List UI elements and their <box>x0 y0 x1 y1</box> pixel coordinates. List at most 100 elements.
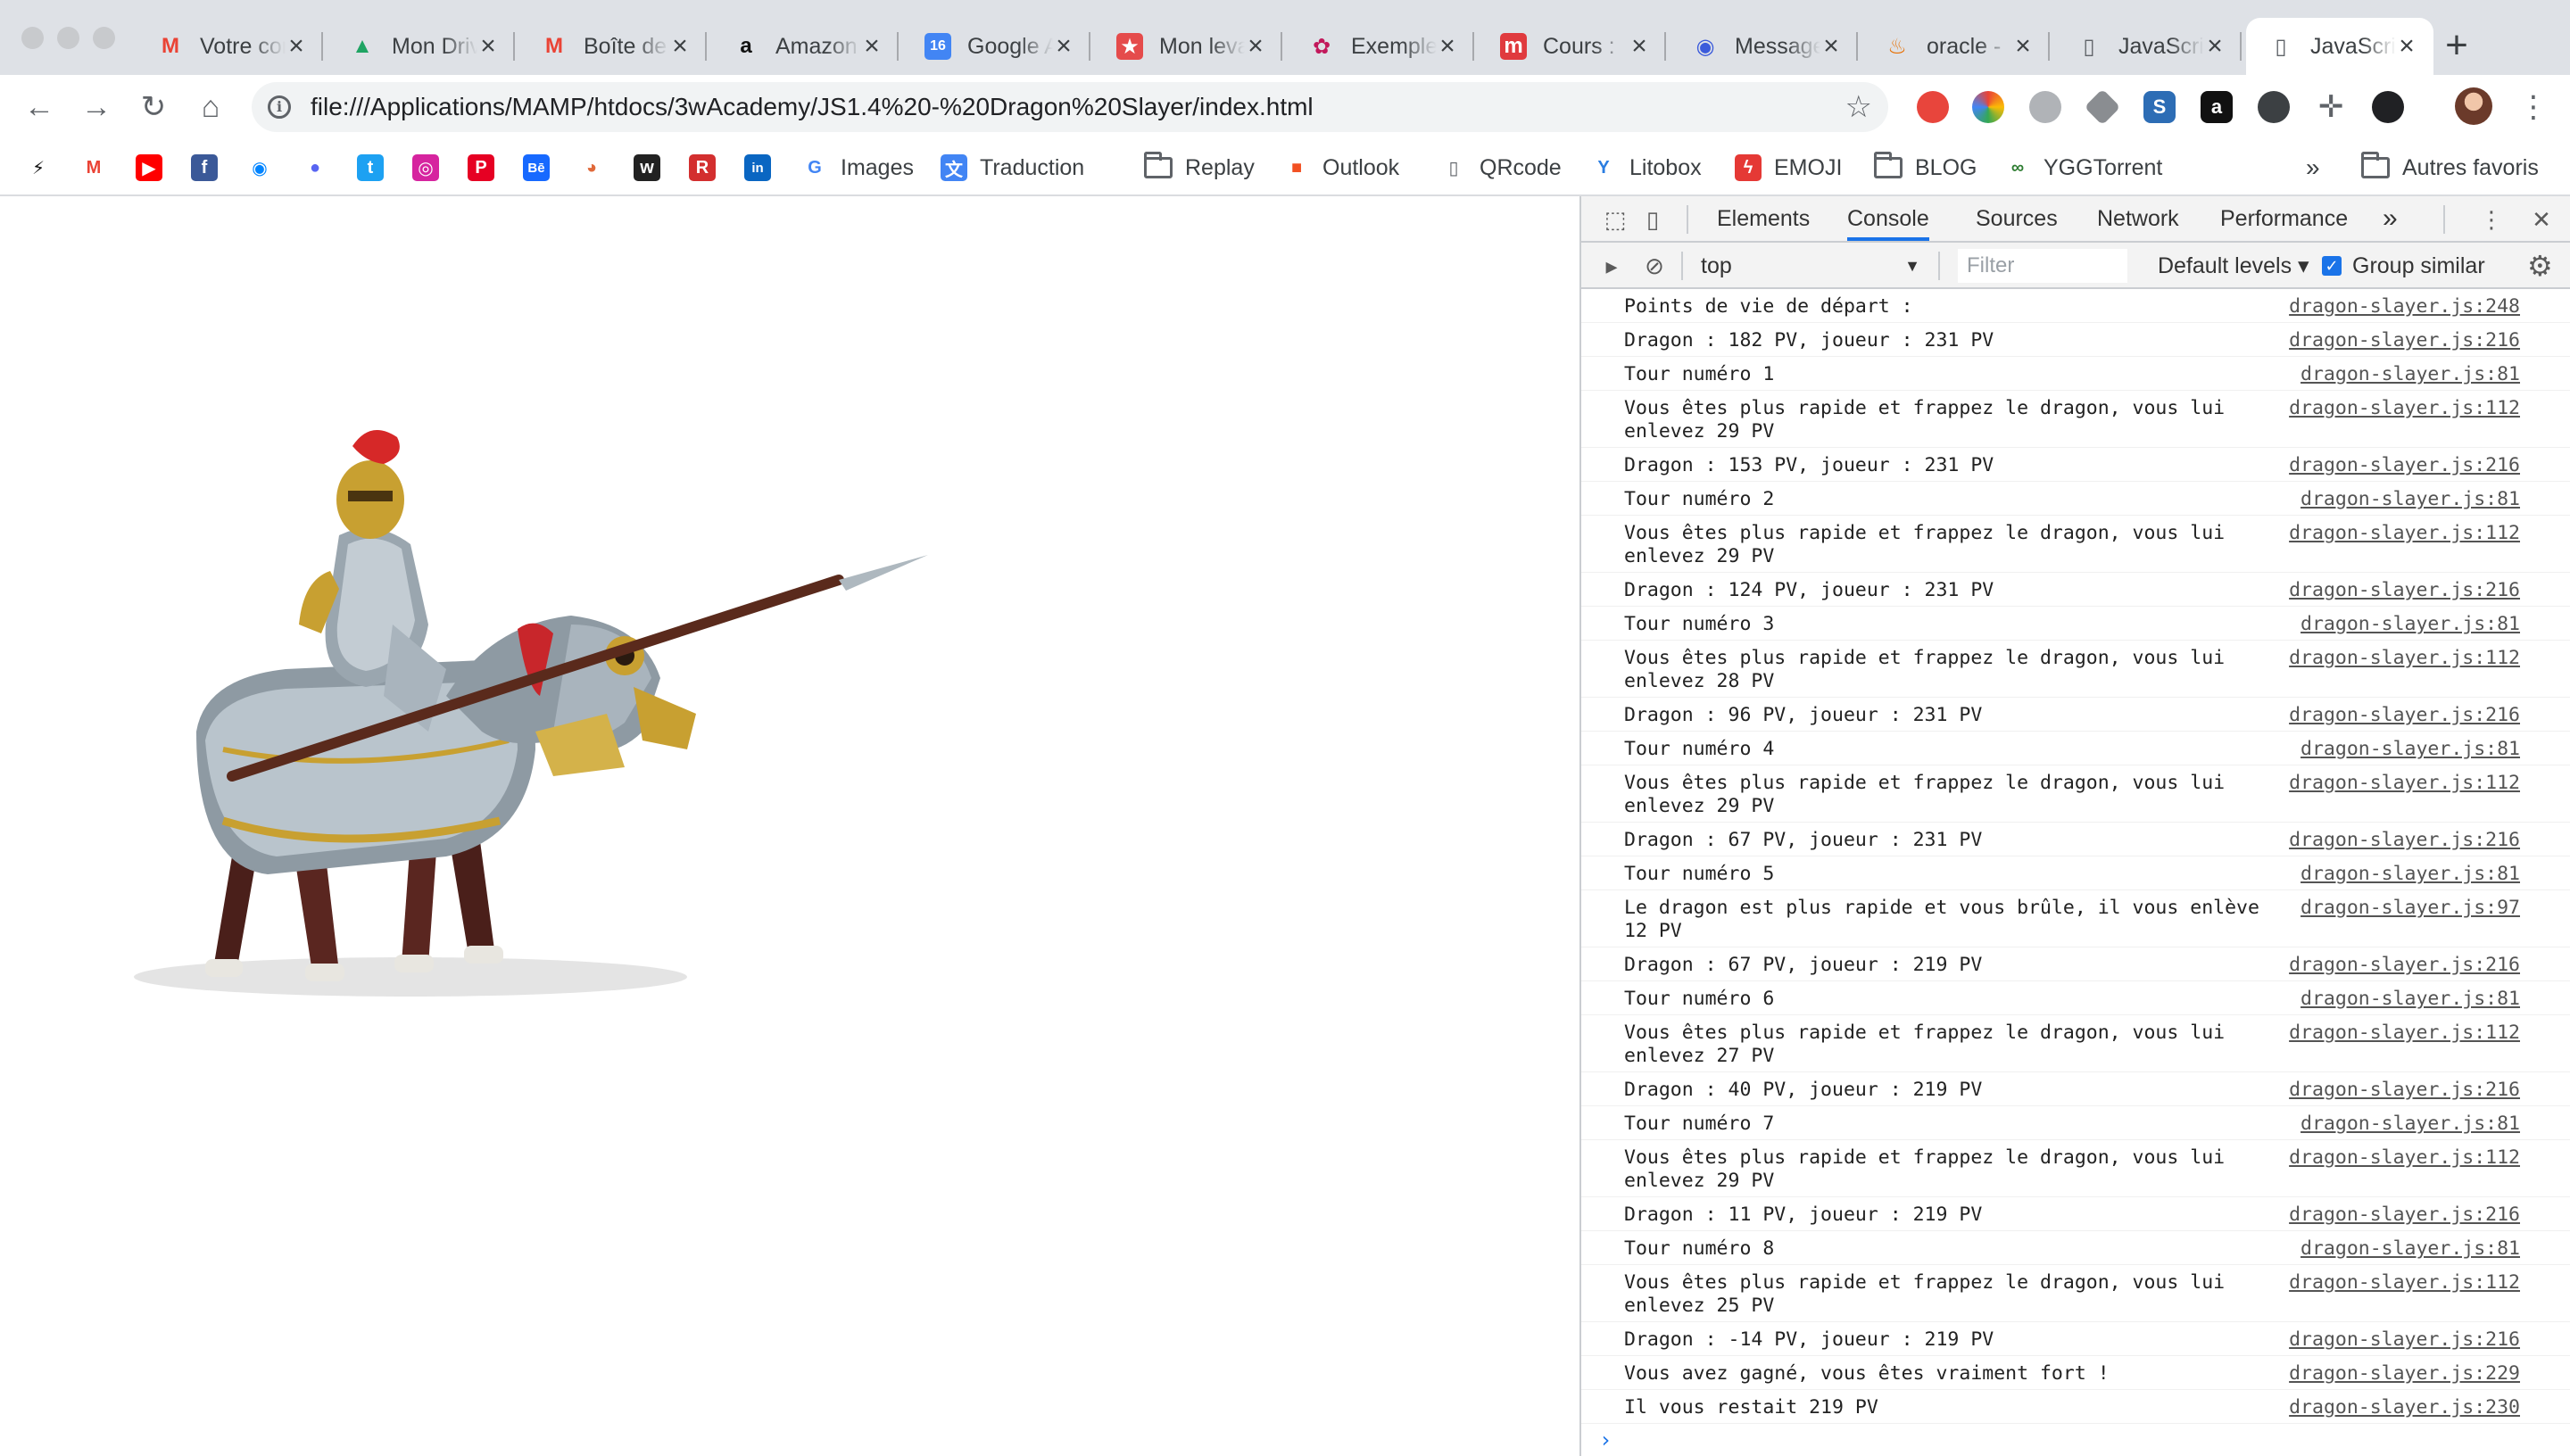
bookmark-item[interactable]: P <box>468 148 494 187</box>
source-link[interactable]: dragon-slayer.js:81 <box>2301 363 2520 386</box>
bookmark-item[interactable]: Y Litobox <box>1590 148 1701 187</box>
close-tab-icon[interactable]: × <box>1437 33 1458 60</box>
source-link[interactable]: dragon-slayer.js:81 <box>2301 1237 2520 1261</box>
source-link[interactable]: dragon-slayer.js:248 <box>2289 295 2520 318</box>
group-similar-toggle[interactable]: ✓ Group similar <box>2322 250 2485 282</box>
extension-badge-icon[interactable] <box>2258 91 2290 123</box>
extension-move-icon[interactable]: ✛ <box>2315 91 2347 123</box>
source-link[interactable]: dragon-slayer.js:112 <box>2289 772 2520 795</box>
bookmark-item[interactable]: in <box>744 148 771 187</box>
devtools-more-tabs-button[interactable]: » <box>2383 196 2398 241</box>
browser-tab[interactable]: ✿ Exemple × <box>1287 18 1474 75</box>
source-link[interactable]: dragon-slayer.js:112 <box>2289 1271 2520 1295</box>
profile-avatar[interactable] <box>2455 87 2492 125</box>
address-bar[interactable]: i file:///Applications/MAMP/htdocs/3wAca… <box>252 82 1888 132</box>
bookmark-item[interactable]: G Images <box>801 148 914 187</box>
browser-tab[interactable]: ♨ oracle - × <box>1862 18 2050 75</box>
devtools-tab-network[interactable]: Network <box>2097 196 2179 241</box>
bookmark-item[interactable]: M <box>80 148 107 187</box>
chrome-menu-button[interactable]: ⋮ <box>2518 86 2549 128</box>
bookmark-item[interactable]: ◉ <box>246 148 273 187</box>
bookmark-item[interactable]: t <box>357 148 384 187</box>
source-link[interactable]: dragon-slayer.js:97 <box>2301 897 2520 920</box>
log-levels-dropdown[interactable]: Default levels ▾ <box>2158 250 2309 282</box>
source-link[interactable]: dragon-slayer.js:81 <box>2301 738 2520 761</box>
source-link[interactable]: dragon-slayer.js:81 <box>2301 988 2520 1011</box>
browser-tab[interactable]: ◉ Messages× <box>1670 18 1858 75</box>
extension-circle-icon[interactable] <box>2029 91 2061 123</box>
bookmark-item[interactable]: ● <box>302 148 328 187</box>
other-bookmarks[interactable]: Autres favoris <box>2361 148 2539 187</box>
bookmark-item[interactable]: ϟ EMOJI <box>1735 148 1842 187</box>
browser-tab[interactable]: 16 Google Agenda× <box>903 18 1090 75</box>
window-minimize-button[interactable] <box>57 27 79 49</box>
source-link[interactable]: dragon-slayer.js:216 <box>2289 329 2520 352</box>
console-prompt[interactable]: › <box>1581 1424 2570 1456</box>
close-tab-icon[interactable]: × <box>2012 33 2034 60</box>
source-link[interactable]: dragon-slayer.js:230 <box>2289 1396 2520 1419</box>
close-tab-icon[interactable]: × <box>477 33 499 60</box>
close-tab-icon[interactable]: × <box>861 33 883 60</box>
devtools-tab-console[interactable]: Console <box>1847 196 1929 241</box>
browser-tab[interactable]: M Boîte de réception× <box>519 18 707 75</box>
url-text[interactable]: file:///Applications/MAMP/htdocs/3wAcade… <box>311 93 1314 121</box>
bookmark-item[interactable]: ⚡ <box>25 148 52 187</box>
console-settings-icon[interactable]: ⚙ <box>2527 250 2553 282</box>
browser-tab[interactable]: a Amazon × <box>711 18 899 75</box>
extension-diamond-icon[interactable] <box>2084 88 2121 126</box>
extension-color-picker-icon[interactable] <box>1972 91 2004 123</box>
device-toolbar-icon[interactable]: ▯ <box>1638 205 1667 234</box>
bookmark-star-icon[interactable]: ☆ <box>1845 89 1872 125</box>
devtools-tab-elements[interactable]: Elements <box>1717 196 1810 241</box>
bookmark-item[interactable]: Bē <box>523 148 550 187</box>
source-link[interactable]: dragon-slayer.js:81 <box>2301 1113 2520 1136</box>
extension-dark-icon[interactable] <box>2372 91 2404 123</box>
new-tab-button[interactable]: + <box>2433 21 2481 70</box>
bookmark-item[interactable]: Replay <box>1144 148 1255 187</box>
window-zoom-button[interactable] <box>93 27 115 49</box>
devtools-close-icon[interactable]: ✕ <box>2527 205 2556 234</box>
clear-console-icon[interactable]: ⊘ <box>1640 252 1669 280</box>
bookmark-item[interactable]: ◕ <box>578 148 605 187</box>
extension-s-icon[interactable]: S <box>2143 91 2176 123</box>
bookmark-item[interactable]: ▯ QRcode <box>1440 148 1561 187</box>
bookmark-item[interactable]: w <box>634 148 660 187</box>
source-link[interactable]: dragon-slayer.js:81 <box>2301 863 2520 886</box>
browser-tab[interactable]: M Votre compte× <box>136 18 323 75</box>
source-link[interactable]: dragon-slayer.js:112 <box>2289 522 2520 545</box>
source-link[interactable]: dragon-slayer.js:216 <box>2289 954 2520 977</box>
close-tab-icon[interactable]: × <box>1053 33 1074 60</box>
close-tab-icon[interactable]: × <box>1629 33 1650 60</box>
source-link[interactable]: dragon-slayer.js:216 <box>2289 1079 2520 1102</box>
bookmark-item[interactable]: ◎ <box>412 148 439 187</box>
browser-tab[interactable]: ★ Mon levain× <box>1095 18 1282 75</box>
close-tab-icon[interactable]: × <box>2204 33 2226 60</box>
reload-button[interactable]: ↻ <box>132 86 175 128</box>
close-tab-icon[interactable]: × <box>286 33 307 60</box>
home-button[interactable]: ⌂ <box>189 86 232 128</box>
source-link[interactable]: dragon-slayer.js:216 <box>2289 579 2520 602</box>
bookmark-item[interactable]: f <box>191 148 218 187</box>
inspect-element-icon[interactable]: ⬚ <box>1601 205 1629 234</box>
close-tab-icon[interactable]: × <box>669 33 691 60</box>
window-close-button[interactable] <box>21 27 44 49</box>
extension-amazon-icon[interactable]: a <box>2201 91 2233 123</box>
close-tab-icon[interactable]: × <box>1245 33 1266 60</box>
console-sidebar-icon[interactable]: ▸ <box>1597 252 1626 280</box>
source-link[interactable]: dragon-slayer.js:81 <box>2301 488 2520 511</box>
source-link[interactable]: dragon-slayer.js:112 <box>2289 1022 2520 1045</box>
info-icon[interactable]: i <box>268 95 291 119</box>
bookmarks-overflow-button[interactable]: » <box>2306 148 2320 187</box>
context-selector[interactable]: top ▼ <box>1701 250 1920 282</box>
checkbox-icon[interactable]: ✓ <box>2322 256 2342 276</box>
browser-tab[interactable]: ▯ JavaScript× <box>2246 18 2433 75</box>
source-link[interactable]: dragon-slayer.js:216 <box>2289 704 2520 727</box>
devtools-tab-sources[interactable]: Sources <box>1976 196 2058 241</box>
browser-tab[interactable]: ▲ Mon Drive× <box>327 18 515 75</box>
source-link[interactable]: dragon-slayer.js:216 <box>2289 829 2520 852</box>
bookmark-item[interactable]: ▶ <box>136 148 162 187</box>
devtools-menu-icon[interactable]: ⋮ <box>2477 205 2506 234</box>
source-link[interactable]: dragon-slayer.js:216 <box>2289 1328 2520 1352</box>
bookmark-item[interactable]: ■ Outlook <box>1283 148 1399 187</box>
source-link[interactable]: dragon-slayer.js:216 <box>2289 454 2520 477</box>
